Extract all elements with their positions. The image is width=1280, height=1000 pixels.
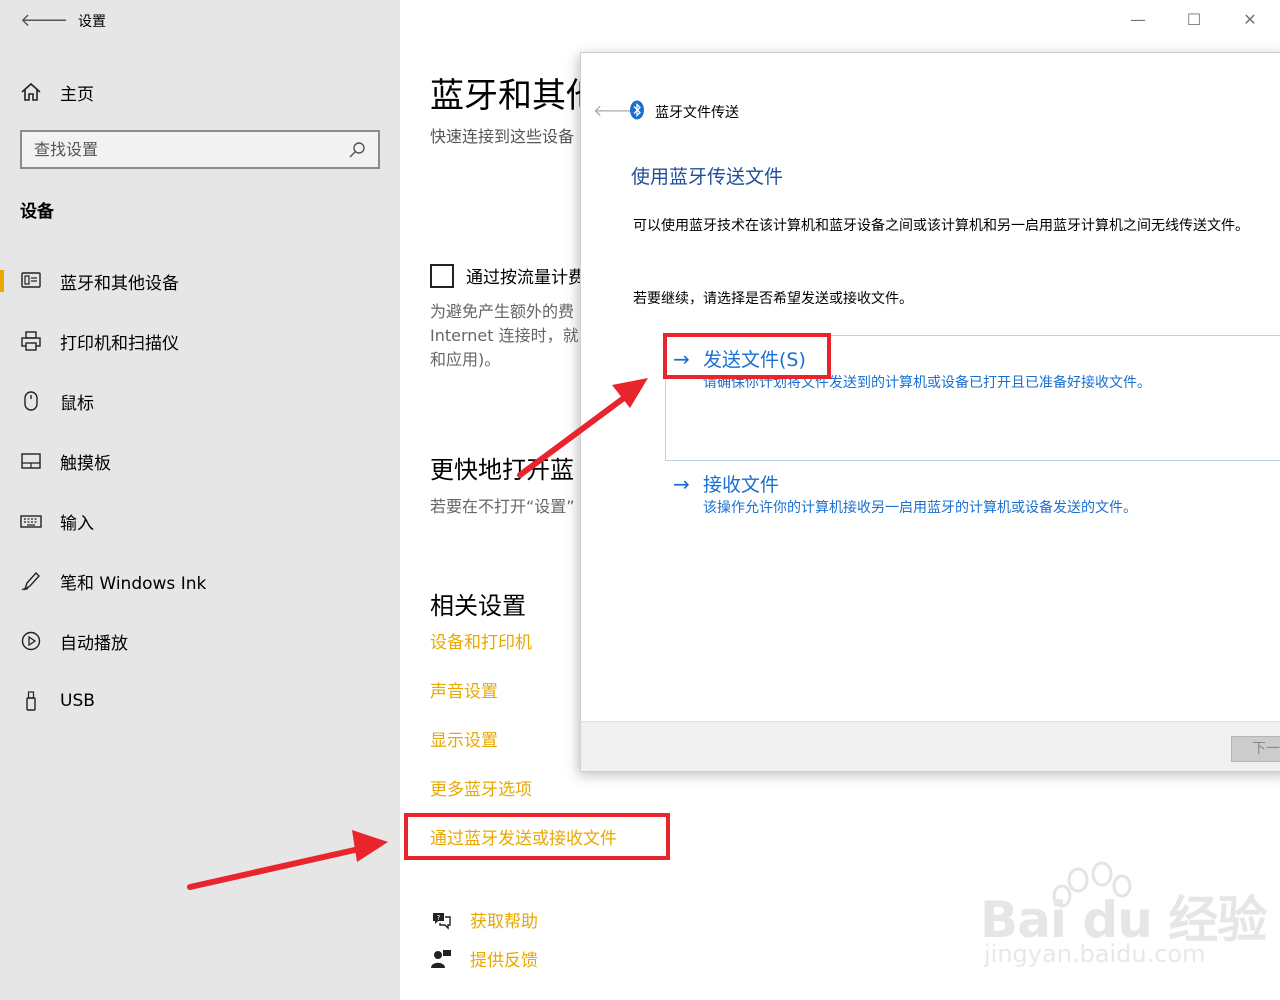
page-title: 蓝牙和其他: [430, 76, 600, 116]
arrow-right-icon: →: [673, 471, 690, 496]
sidebar-item-touchpad[interactable]: 触摸板: [0, 439, 400, 483]
dialog-heading: 使用蓝牙传送文件: [631, 166, 784, 188]
section-heading: 设备: [20, 202, 54, 222]
metered-connection-checkbox[interactable]: [430, 263, 454, 288]
more-bluetooth-options-link[interactable]: 更多蓝牙选项: [430, 775, 532, 800]
autoplay-icon: [20, 630, 42, 652]
sidebar-item-label: 触摸板: [60, 453, 111, 474]
dialog-description: 可以使用蓝牙技术在该计算机和蓝牙设备之间或该计算机和另一启用蓝牙计算机之间无线传…: [633, 218, 1249, 234]
give-feedback-link[interactable]: 提供反馈: [430, 946, 538, 971]
metered-connection-option[interactable]: 通过按流量计费: [430, 263, 585, 288]
devices-printers-link[interactable]: 设备和打印机: [430, 628, 532, 653]
desc-line: 和应用)。: [430, 350, 501, 369]
help-link-label: 获取帮助: [470, 912, 538, 932]
sidebar-item-pen[interactable]: 笔和 Windows Ink: [0, 559, 400, 603]
annotation-box-send-files: [663, 333, 831, 379]
related-settings-heading: 相关设置: [430, 592, 526, 620]
metered-description: 为避免产生额外的费 Internet 连接时，就 和应用)。: [430, 300, 579, 372]
pen-icon: [20, 570, 42, 592]
sidebar-item-bluetooth[interactable]: 蓝牙和其他设备: [0, 259, 400, 303]
bluetooth-devices-icon: [20, 270, 42, 292]
sound-settings-link[interactable]: 声音设置: [430, 677, 498, 702]
sidebar-item-typing[interactable]: 输入: [0, 499, 400, 543]
sidebar-item-label: 笔和 Windows Ink: [60, 573, 207, 594]
dialog-prompt: 若要继续，请选择是否希望发送或接收文件。: [633, 291, 913, 307]
watermark-url: jingyan.baidu.com: [984, 940, 1206, 968]
dialog-title: 蓝牙文件传送: [655, 105, 739, 121]
option-title: 接收文件: [703, 474, 780, 496]
touchpad-icon: [20, 450, 42, 472]
printer-icon: [20, 330, 42, 352]
faster-description: 若要在不打开“设置”: [430, 497, 575, 516]
desc-line: Internet 连接时，就: [430, 326, 579, 345]
sidebar-item-label: 自动播放: [60, 633, 128, 654]
app-title: 设置: [78, 14, 106, 30]
sidebar-item-autoplay[interactable]: 自动播放: [0, 619, 400, 663]
bluetooth-file-transfer-dialog: 🡐 蓝牙文件传送 使用蓝牙传送文件 可以使用蓝牙技术在该计算机和蓝牙设备之间或该…: [580, 52, 1280, 772]
checkbox-label: 通过按流量计费: [466, 268, 585, 288]
sidebar-item-label: 打印机和扫描仪: [60, 333, 179, 354]
receive-files-option[interactable]: → 接收文件 该操作允许你的计算机接收另一启用蓝牙的计算机或设备发送的文件。: [673, 470, 1137, 517]
selection-indicator: [0, 270, 4, 292]
sidebar-item-label: 蓝牙和其他设备: [60, 273, 179, 294]
sidebar-item-usb[interactable]: USB: [0, 679, 400, 723]
feedback-icon: [431, 949, 451, 968]
sidebar-item-label: 输入: [60, 513, 94, 534]
back-arrow-icon[interactable]: 🡐: [20, 10, 68, 31]
svg-text:?: ?: [437, 914, 441, 922]
home-icon: [21, 82, 41, 101]
page-subtitle: 快速连接到这些设备: [430, 127, 575, 146]
close-button[interactable]: ✕: [1240, 10, 1260, 29]
feedback-link-label: 提供反馈: [470, 951, 538, 971]
sidebar-item-mouse[interactable]: 鼠标: [0, 379, 400, 423]
sidebar-item-home[interactable]: 主页: [20, 78, 94, 106]
faster-heading: 更快地打开蓝: [430, 456, 574, 484]
get-help-link[interactable]: ? 获取帮助: [430, 907, 538, 932]
dialog-footer: 下一: [581, 721, 1280, 771]
usb-icon: [20, 690, 42, 712]
option-description: 该操作允许你的计算机接收另一启用蓝牙的计算机或设备发送的文件。: [703, 500, 1137, 516]
search-input[interactable]: [34, 140, 348, 159]
help-chat-icon: ?: [433, 912, 451, 930]
settings-window: 🡐 设置 主页 设备 蓝牙和其他设备: [0, 0, 1280, 1000]
next-button[interactable]: 下一: [1231, 736, 1280, 762]
minimize-button[interactable]: —: [1128, 10, 1148, 29]
sidebar: 🡐 设置 主页 设备 蓝牙和其他设备: [0, 0, 400, 1000]
desc-line: 为避免产生额外的费: [430, 302, 575, 321]
sidebar-item-label: 鼠标: [60, 393, 94, 414]
display-settings-link[interactable]: 显示设置: [430, 726, 498, 751]
search-box[interactable]: [20, 130, 380, 169]
mouse-icon: [20, 390, 42, 412]
keyboard-icon: [20, 510, 42, 532]
sidebar-item-printers[interactable]: 打印机和扫描仪: [0, 319, 400, 363]
maximize-button[interactable]: ☐: [1184, 10, 1204, 29]
sidebar-item-label: 主页: [60, 84, 94, 105]
annotation-box-bluetooth-link: [404, 813, 670, 860]
bluetooth-icon: [630, 100, 644, 120]
sidebar-item-label: USB: [60, 691, 95, 711]
search-icon[interactable]: [348, 141, 366, 159]
